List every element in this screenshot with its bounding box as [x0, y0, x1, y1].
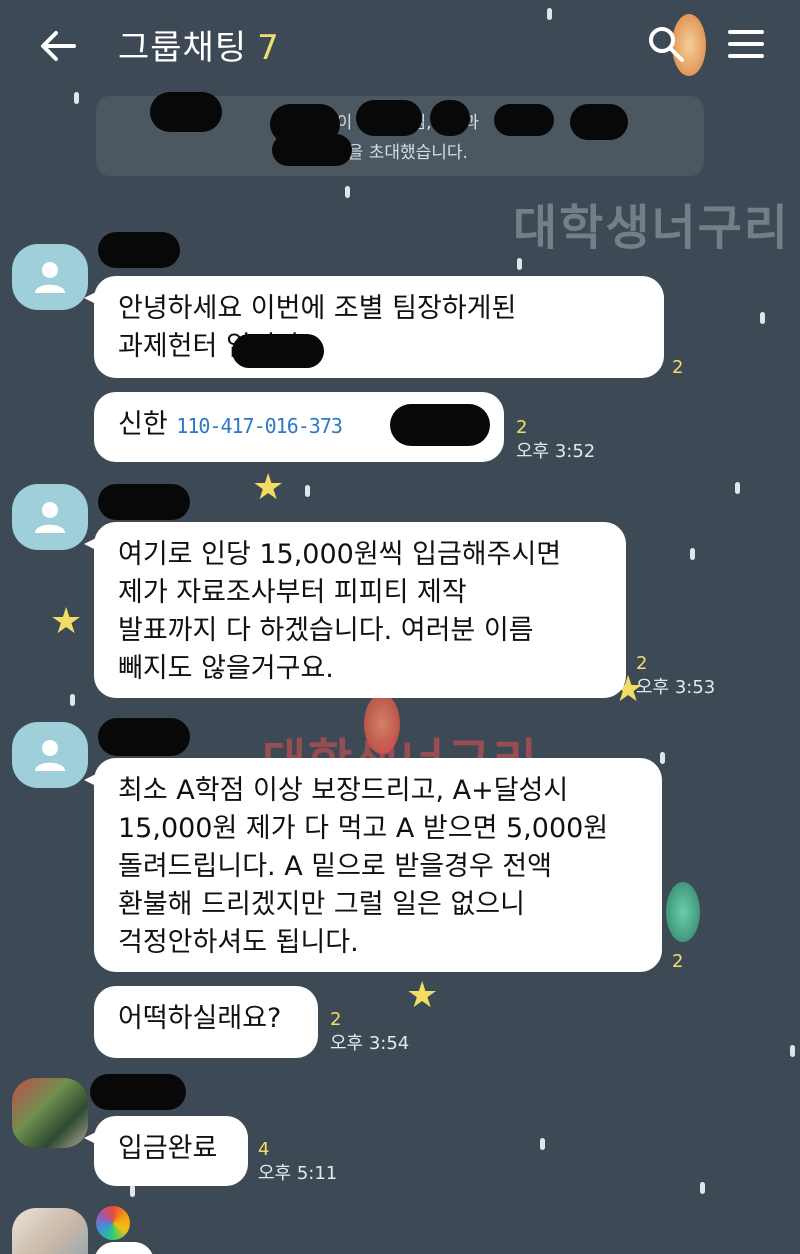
- account-number-blurred: 110-417-016-373: [176, 414, 343, 438]
- redaction-mark: [430, 100, 470, 136]
- sender-name-redacted: [90, 1074, 186, 1110]
- sender-name-redacted: [98, 484, 190, 520]
- back-button[interactable]: [36, 26, 80, 66]
- redaction-mark: [494, 104, 554, 136]
- message-bubble[interactable]: 최소 A학점 이상 보장드리고, A+달성시 15,000원 제가 다 먹고 A…: [84, 758, 662, 972]
- message-bubble[interactable]: 입금완료: [84, 1116, 248, 1186]
- avatar[interactable]: [12, 722, 88, 788]
- rainbow-emoji-icon: [96, 1206, 130, 1240]
- person-icon: [35, 502, 65, 533]
- message-line: 걱정안하셔도 됩니다.: [118, 927, 359, 958]
- unread-count: 2: [516, 417, 528, 438]
- message-line: 돌려드립니다. A 밑으로 받을경우 전액: [118, 851, 552, 882]
- redaction-mark: [390, 404, 490, 446]
- message-meta: 2: [672, 950, 683, 974]
- message-line: 어떡하실래요?: [118, 1003, 282, 1034]
- message-line: 발표까지 다 하겠습니다. 여러분 이름: [118, 615, 534, 646]
- unread-count: 2: [636, 653, 648, 674]
- avatar-photo[interactable]: [12, 1078, 88, 1148]
- message-meta: 2 오후 3:53: [636, 652, 715, 700]
- message-time: 오후 5:11: [258, 1163, 338, 1184]
- avatar[interactable]: [12, 244, 88, 310]
- redaction-mark: [232, 334, 324, 368]
- chat-title-text: 그룹채팅: [118, 28, 248, 68]
- message-time: 오후 3:54: [330, 1033, 410, 1054]
- message-line: 여기로 인당 15,000원씩 입금해주시면: [118, 539, 562, 570]
- message-line: 빼지도 않을거구요.: [118, 653, 334, 684]
- unread-count: 2: [330, 1009, 342, 1030]
- hamburger-menu-icon: [728, 30, 764, 58]
- redaction-mark: [570, 104, 628, 140]
- message-time: 오후 3:53: [636, 677, 716, 698]
- menu-button[interactable]: [726, 24, 766, 64]
- redaction-mark: [356, 100, 422, 136]
- search-button[interactable]: [646, 24, 686, 64]
- message-line: 안녕하세요 이번에 조별 팀장하게된: [118, 293, 517, 324]
- sender-name-redacted: [98, 718, 190, 756]
- notice-line-2: 님을 초대했습니다.: [332, 143, 468, 163]
- chat-title: 그룹채팅 7: [118, 20, 280, 69]
- message-bubble[interactable]: 여기로 인당 15,000원씩 입금해주시면 제가 자료조사부터 피피티 제작 …: [84, 522, 626, 698]
- message-line: 환불해 드리겠지만 그럴 일은 없으니: [118, 889, 525, 920]
- member-count: 7: [257, 28, 280, 68]
- person-icon: [35, 262, 65, 293]
- chat-header: 그룹채팅 7: [0, 0, 800, 96]
- unread-count: 2: [672, 357, 684, 378]
- sender-name-redacted: [98, 232, 180, 268]
- unread-count: 2: [672, 951, 684, 972]
- avatar-photo[interactable]: [12, 1208, 88, 1254]
- message-line: 15,000원 제가 다 먹고 A 받으면 5,000원: [118, 813, 609, 844]
- message-meta: 4 오후 5:11: [258, 1138, 337, 1186]
- arrow-left-icon: [41, 31, 76, 61]
- message-line: 제가 자료조사부터 피피티 제작: [118, 577, 467, 608]
- redaction-mark: [150, 92, 222, 132]
- message-line: 과제헌터 입니다.: [118, 331, 310, 362]
- message-time: 오후 3:52: [516, 441, 596, 462]
- message-meta: 2 오후 3:52: [516, 416, 595, 464]
- message-line: 신한: [118, 409, 168, 440]
- message-line: 입금완료: [118, 1133, 218, 1164]
- message-bubble[interactable]: 안녕하세요 이번에 조별 팀장하게된 과제헌터 입니다.: [84, 276, 664, 378]
- message-meta: 2: [672, 356, 683, 380]
- avatar[interactable]: [12, 484, 88, 550]
- message-bubble-partial[interactable]: [94, 1242, 154, 1254]
- unread-count: 4: [258, 1139, 270, 1160]
- redaction-mark: [272, 134, 352, 166]
- person-icon: [35, 740, 65, 771]
- search-icon: [649, 27, 684, 62]
- message-bubble[interactable]: 어떡하실래요?: [94, 986, 318, 1058]
- message-meta: 2 오후 3:54: [330, 1008, 409, 1056]
- watermark: 대학생너구리: [513, 200, 790, 256]
- message-line: 최소 A학점 이상 보장드리고, A+달성시: [118, 775, 569, 806]
